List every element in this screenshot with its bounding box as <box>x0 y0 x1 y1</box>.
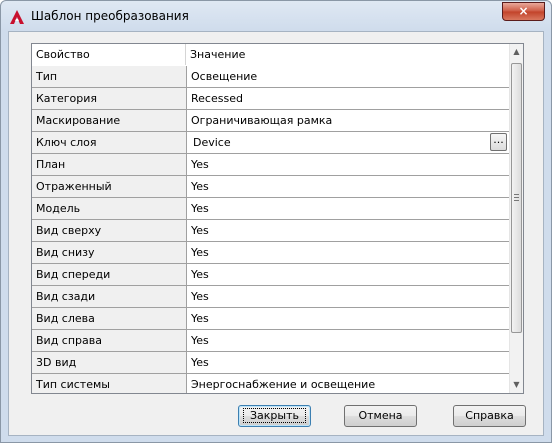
dialog-window: Шаблон преобразования × Свойство Значени… <box>0 0 552 443</box>
property-label: Вид слева <box>32 308 187 330</box>
vertical-scrollbar[interactable]: ▲ ▼ <box>509 44 523 393</box>
property-label: Вид сзади <box>32 286 187 308</box>
property-value[interactable]: Yes <box>187 154 509 176</box>
grid-row-right-view[interactable]: Вид справа Yes <box>32 330 509 352</box>
grid-row-plan[interactable]: План Yes <box>32 154 509 176</box>
property-label: Вид сверху <box>32 220 187 242</box>
grid-row-back-view[interactable]: Вид сзади Yes <box>32 286 509 308</box>
property-label: Вид снизу <box>32 242 187 264</box>
help-button[interactable]: Справка <box>453 405 526 427</box>
scroll-up-arrow-icon[interactable]: ▲ <box>510 44 523 60</box>
property-value[interactable]: Yes <box>187 242 509 264</box>
grid-row-bottom-view[interactable]: Вид снизу Yes <box>32 242 509 264</box>
property-value[interactable]: Освещение <box>187 66 509 88</box>
close-icon: × <box>518 4 529 18</box>
property-label: Маскирование <box>32 110 187 132</box>
grid-row-front-view[interactable]: Вид спереди Yes <box>32 264 509 286</box>
scroll-down-arrow-icon[interactable]: ▼ <box>510 377 523 393</box>
property-label: Вид справа <box>32 330 187 352</box>
property-value: Device <box>193 136 231 149</box>
property-value[interactable]: Yes <box>187 286 509 308</box>
property-value[interactable]: Ограничивающая рамка <box>187 110 509 132</box>
property-grid: Свойство Значение Тип Освещение Категори… <box>31 43 524 394</box>
property-value[interactable]: Yes <box>187 308 509 330</box>
grid-row-layer-key[interactable]: Ключ слоя Device ... <box>32 132 509 154</box>
property-value[interactable]: Yes <box>187 220 509 242</box>
column-header-value[interactable]: Значение <box>186 44 509 65</box>
close-button[interactable]: Закрыть <box>238 405 311 427</box>
property-value[interactable]: Yes <box>187 176 509 198</box>
grid-row-model[interactable]: Модель Yes <box>32 198 509 220</box>
property-label: Тип <box>32 66 187 88</box>
grid-row-reflected[interactable]: Отраженный Yes <box>32 176 509 198</box>
property-value[interactable]: Yes <box>187 352 509 374</box>
property-label: Ключ слоя <box>32 132 187 154</box>
property-label: Отраженный <box>32 176 187 198</box>
property-value[interactable]: Yes <box>187 330 509 352</box>
property-label: Тип системы <box>32 374 187 393</box>
dialog-client-area: Свойство Значение Тип Освещение Категори… <box>8 31 544 436</box>
cancel-button[interactable]: Отмена <box>344 405 417 427</box>
browse-button[interactable]: ... <box>490 133 507 151</box>
column-header-property[interactable]: Свойство <box>32 44 186 65</box>
property-label: 3D вид <box>32 352 187 374</box>
grid-row-category[interactable]: Категория Recessed <box>32 88 509 110</box>
property-value[interactable]: Yes <box>187 198 509 220</box>
grip-icon <box>514 194 519 201</box>
property-label: Категория <box>32 88 187 110</box>
property-label: Вид спереди <box>32 264 187 286</box>
property-value[interactable]: Энергоснабжение и освещение <box>187 374 509 393</box>
grid-row-top-view[interactable]: Вид сверху Yes <box>32 220 509 242</box>
autocad-a-icon <box>10 10 24 24</box>
layer-key-field[interactable]: Device ... <box>187 132 509 154</box>
property-label: Модель <box>32 198 187 220</box>
property-value[interactable]: Yes <box>187 264 509 286</box>
grid-row-system-type[interactable]: Тип системы Энергоснабжение и освещение <box>32 374 509 393</box>
close-button-label: Закрыть <box>243 408 306 423</box>
grid-header: Свойство Значение <box>32 44 509 67</box>
title-bar[interactable]: Шаблон преобразования × <box>1 1 551 33</box>
window-title: Шаблон преобразования <box>31 9 189 23</box>
property-value[interactable]: Recessed <box>187 88 509 110</box>
grid-row-3d-view[interactable]: 3D вид Yes <box>32 352 509 374</box>
scrollbar-thumb[interactable] <box>511 63 522 333</box>
grid-row-left-view[interactable]: Вид слева Yes <box>32 308 509 330</box>
property-label: План <box>32 154 187 176</box>
window-close-button[interactable]: × <box>502 2 545 21</box>
grid-row-type[interactable]: Тип Освещение <box>32 66 509 88</box>
grid-row-masking[interactable]: Маскирование Ограничивающая рамка <box>32 110 509 132</box>
